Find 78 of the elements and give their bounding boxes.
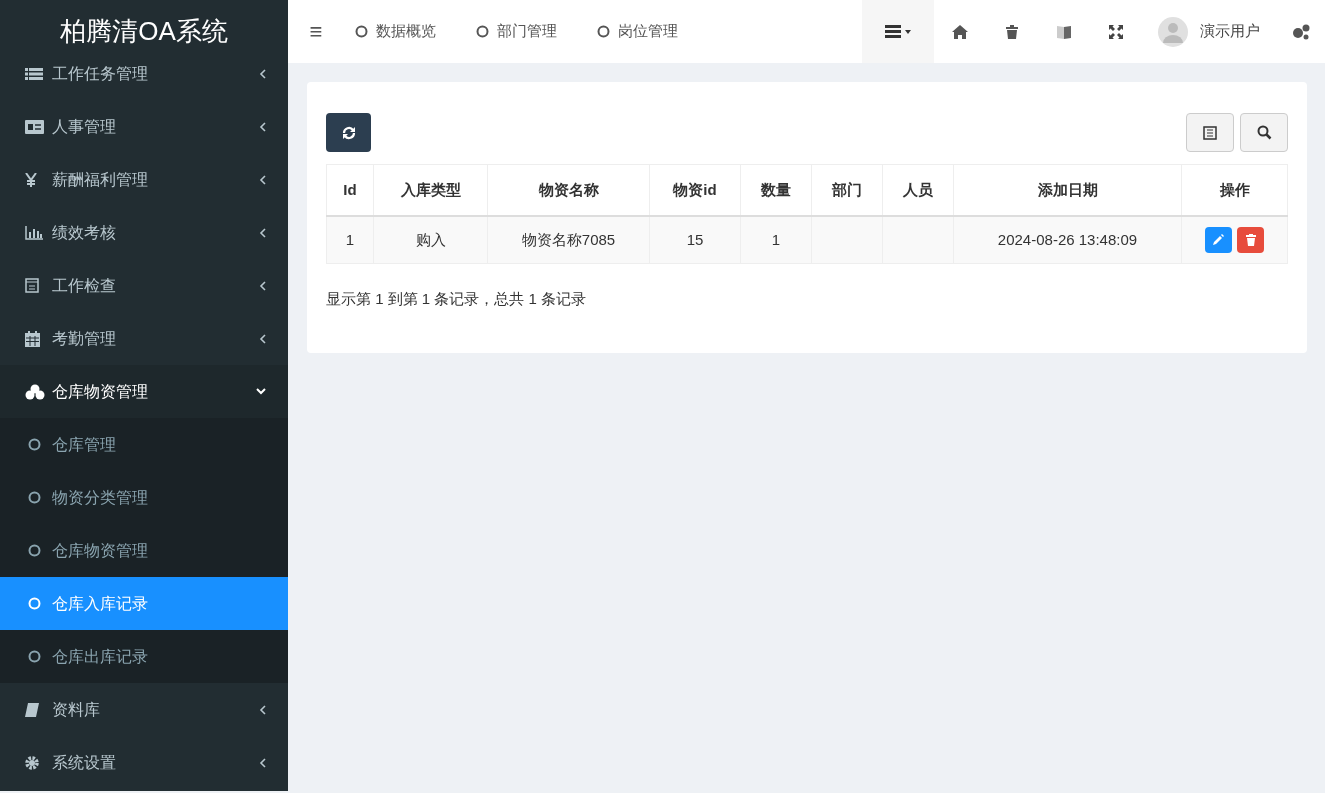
- user-name: 演示用户: [1200, 21, 1260, 42]
- sidebar-item[interactable]: 绩效考核: [0, 206, 288, 259]
- column-header: 物资名称: [487, 164, 650, 216]
- chevron-left-icon: [259, 757, 266, 768]
- list-caret-icon: [885, 24, 911, 39]
- column-header: 操作: [1181, 164, 1288, 216]
- table-cell: 购入: [373, 215, 488, 264]
- column-header: 添加日期: [953, 164, 1182, 216]
- sidebar-subitem[interactable]: 物资分类管理: [0, 471, 288, 524]
- table-cell: 1: [740, 215, 812, 264]
- circle-icon: [597, 25, 610, 38]
- column-header: 数量: [740, 164, 812, 216]
- sidebar-subitem[interactable]: 仓库管理: [0, 418, 288, 471]
- chevron-left-icon: [259, 333, 266, 344]
- id-card-icon: [25, 119, 44, 134]
- column-header: Id: [326, 164, 374, 216]
- nav-tab[interactable]: 数据概览: [344, 0, 447, 63]
- expand-icon: [1109, 24, 1123, 39]
- trash-icon: [1245, 233, 1256, 246]
- column-header: 物资id: [649, 164, 741, 216]
- sidebar-item[interactable]: 仓库物资管理: [0, 365, 288, 418]
- book-icon: [25, 702, 39, 717]
- sidebar-item[interactable]: 考勤管理: [0, 312, 288, 365]
- delete-button[interactable]: [1237, 226, 1264, 253]
- app-logo: 柏腾清OA系统: [60, 15, 228, 48]
- calculator-icon: [25, 278, 39, 293]
- chevron-down-icon: [256, 388, 266, 395]
- user-menu[interactable]: 演示用户: [1142, 0, 1276, 63]
- calendar-icon: [25, 330, 40, 347]
- sidebar-item[interactable]: 工作检查: [0, 259, 288, 312]
- chevron-left-icon: [259, 174, 266, 185]
- yen-icon: [25, 172, 37, 187]
- sidebar-item[interactable]: 系统设置: [0, 736, 288, 789]
- list-dropdown-button[interactable]: [862, 0, 934, 63]
- edit-button[interactable]: [1205, 226, 1232, 253]
- sidebar-subitem[interactable]: 仓库物资管理: [0, 524, 288, 577]
- chevron-left-icon: [259, 280, 266, 291]
- circle-icon: [355, 25, 368, 38]
- cubes-icon: [25, 383, 45, 400]
- column-header: 部门: [811, 164, 883, 216]
- column-header: 入库类型: [373, 164, 488, 216]
- pencil-icon: [1213, 234, 1224, 246]
- trash-icon: [1006, 24, 1018, 39]
- search-icon: [1256, 125, 1272, 140]
- chevron-left-icon: [259, 227, 266, 238]
- table-cell: 1: [326, 215, 374, 264]
- chevron-left-icon: [259, 704, 266, 715]
- chevron-left-icon: [259, 68, 266, 79]
- nav-tab[interactable]: 部门管理: [465, 0, 568, 63]
- avatar-icon: [1158, 16, 1188, 47]
- table-cell: 15: [649, 215, 741, 264]
- gear-icon: [25, 755, 39, 770]
- circle-icon: [476, 25, 489, 38]
- menu-toggle[interactable]: ≡: [288, 0, 344, 63]
- list-icon: [1203, 125, 1217, 140]
- columns-button[interactable]: [1186, 113, 1234, 152]
- table-cell: 2024-08-26 13:48:09: [953, 215, 1182, 264]
- circle-icon: [28, 438, 41, 451]
- refresh-button[interactable]: [326, 113, 371, 152]
- nav-tab[interactable]: 岗位管理: [586, 0, 689, 63]
- sidebar-item[interactable]: 人事管理: [0, 100, 288, 153]
- circle-icon: [28, 491, 41, 504]
- search-button[interactable]: [1240, 113, 1288, 152]
- chevron-left-icon: [259, 121, 266, 132]
- list-icon: [25, 67, 43, 80]
- bar-chart-icon: [25, 225, 43, 240]
- sidebar-item[interactable]: 资料库: [0, 683, 288, 736]
- home-icon: [952, 24, 968, 39]
- circle-icon: [28, 544, 41, 557]
- sidebar-item[interactable]: 工作任务管理: [0, 63, 288, 100]
- sidebar-subitem[interactable]: 仓库出库记录: [0, 630, 288, 683]
- circle-icon: [28, 597, 41, 610]
- refresh-icon: [341, 125, 356, 140]
- table-cell: 物资名称7085: [487, 215, 650, 264]
- circle-icon: [28, 650, 41, 663]
- column-header: 人员: [882, 164, 954, 216]
- pagination-info: 显示第 1 到第 1 条记录，总共 1 条记录: [326, 289, 588, 309]
- sidebar-item[interactable]: 薪酬福利管理: [0, 153, 288, 206]
